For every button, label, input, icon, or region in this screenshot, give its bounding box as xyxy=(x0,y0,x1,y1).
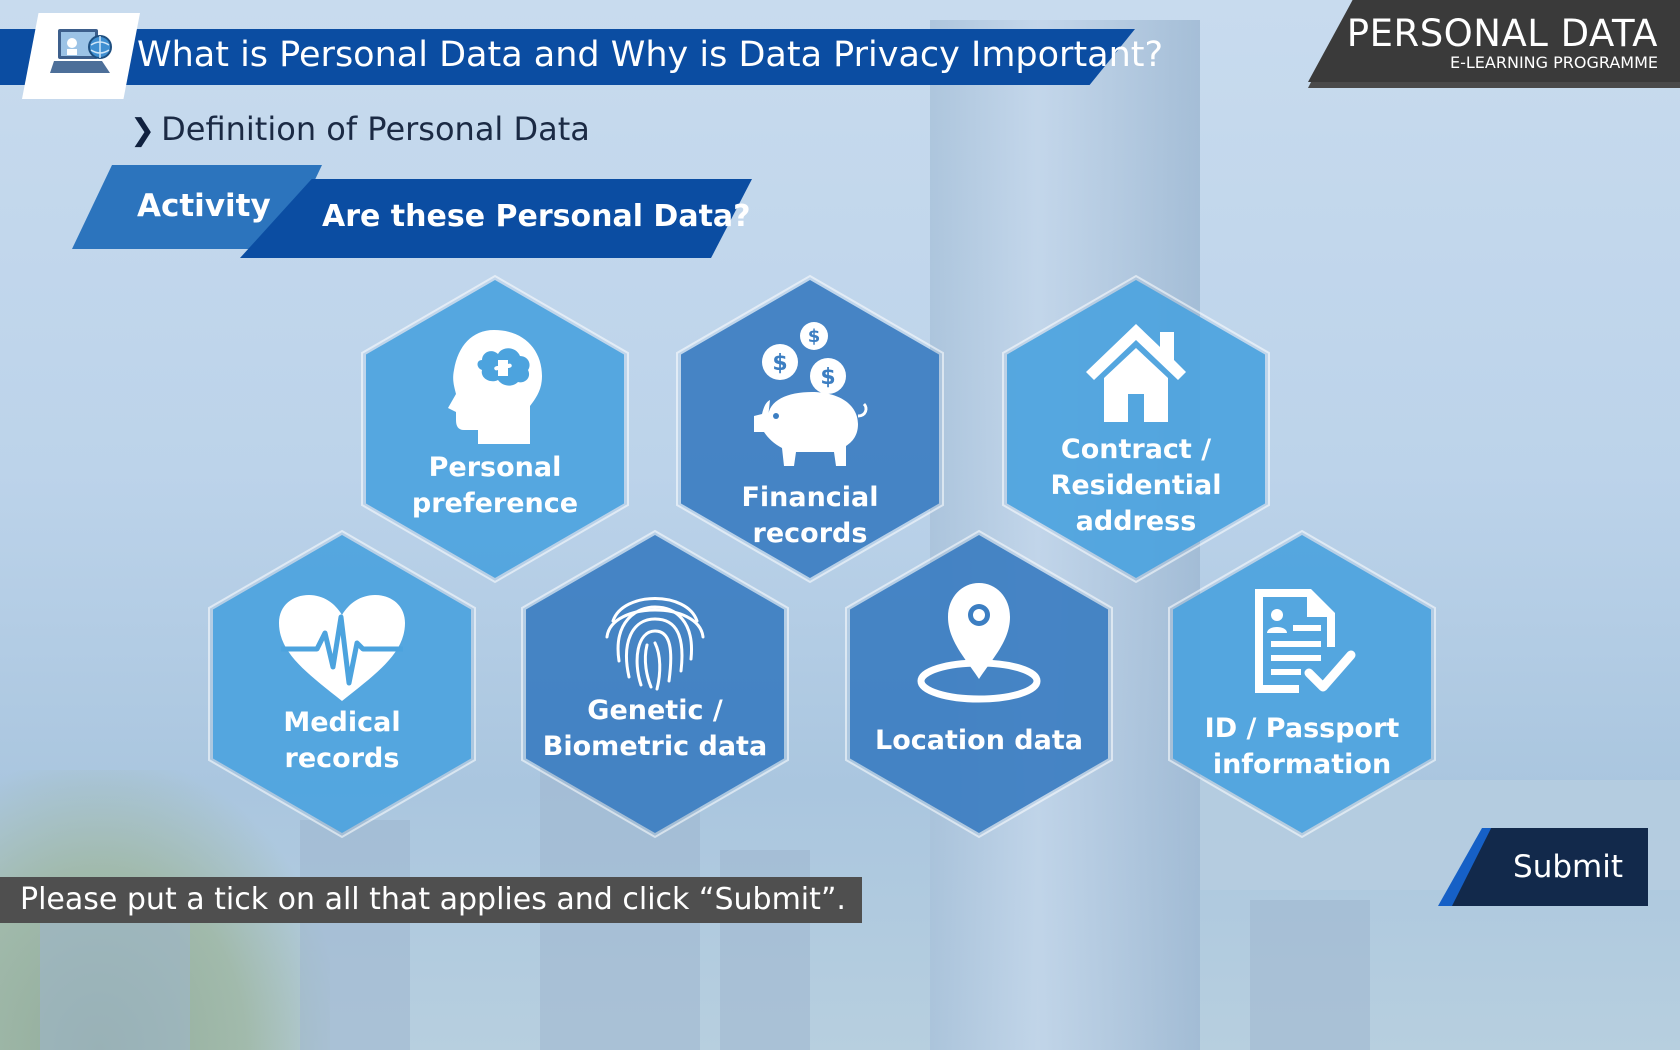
laptop-globe-icon xyxy=(50,29,112,73)
activity-label: Activity xyxy=(137,188,271,224)
page-title: What is Personal Data and Why is Data Pr… xyxy=(137,35,1164,75)
option-biometric-data[interactable]: Genetic / Biometric data xyxy=(521,529,789,839)
option-label-line: Personal xyxy=(428,452,562,483)
option-label-line: preference xyxy=(411,488,579,519)
option-location-data[interactable]: Location data xyxy=(845,529,1113,839)
option-label: Contract / Residential address xyxy=(1007,432,1265,540)
option-id-passport[interactable]: ID / Passport information xyxy=(1168,529,1436,839)
option-medical-records[interactable]: Medical records xyxy=(208,529,476,839)
submit-label: Submit xyxy=(1513,849,1623,885)
background-building xyxy=(1250,900,1370,1050)
option-label-line: ID / Passport xyxy=(1204,713,1400,744)
piggy-bank-icon: $ $ $ xyxy=(754,322,868,466)
option-label-line: Residential xyxy=(1050,470,1222,501)
option-residential-address[interactable]: Contract / Residential address xyxy=(1002,274,1270,584)
brand-subtitle: E-LEARNING PROGRAMME xyxy=(1450,53,1658,72)
section-heading: ❯ Definition of Personal Data xyxy=(130,110,590,148)
option-label-line: Financial xyxy=(741,482,879,513)
question-text: Are these Personal Data? xyxy=(322,199,751,234)
programme-logo xyxy=(22,13,140,99)
option-label-line: Contract / xyxy=(1060,434,1212,465)
option-label-line: Biometric data xyxy=(542,731,768,762)
heart-pulse-icon xyxy=(279,595,405,701)
option-label-line: Location data xyxy=(875,725,1083,756)
option-label: Genetic / Biometric data xyxy=(526,693,784,765)
option-label: Personal preference xyxy=(366,450,624,522)
svg-text:$: $ xyxy=(820,365,835,390)
chevron-right-icon: ❯ xyxy=(130,113,156,148)
section-title: Definition of Personal Data xyxy=(161,110,590,148)
option-label: ID / Passport information xyxy=(1173,711,1431,783)
id-document-check-icon xyxy=(1255,589,1356,693)
option-label-line: Medical xyxy=(283,707,401,738)
svg-text:$: $ xyxy=(808,326,821,347)
option-label-line: information xyxy=(1212,749,1392,780)
option-label-line: Genetic / xyxy=(587,695,723,726)
option-personal-preference[interactable]: Personal preference xyxy=(361,274,629,584)
svg-text:$: $ xyxy=(772,351,787,376)
background-building xyxy=(300,820,410,1050)
instruction-text: Please put a tick on all that applies an… xyxy=(0,877,862,923)
head-puzzle-icon xyxy=(448,330,542,444)
option-label-line: records xyxy=(284,743,400,774)
option-label: Location data xyxy=(850,723,1108,759)
fingerprint-icon xyxy=(605,597,705,691)
brand-title: PERSONAL DATA xyxy=(1346,12,1658,55)
option-label: Medical records xyxy=(213,705,471,777)
option-financial-records[interactable]: $ $ $ Financial records xyxy=(676,274,944,584)
house-icon xyxy=(1086,324,1186,422)
location-pin-icon xyxy=(917,583,1041,703)
